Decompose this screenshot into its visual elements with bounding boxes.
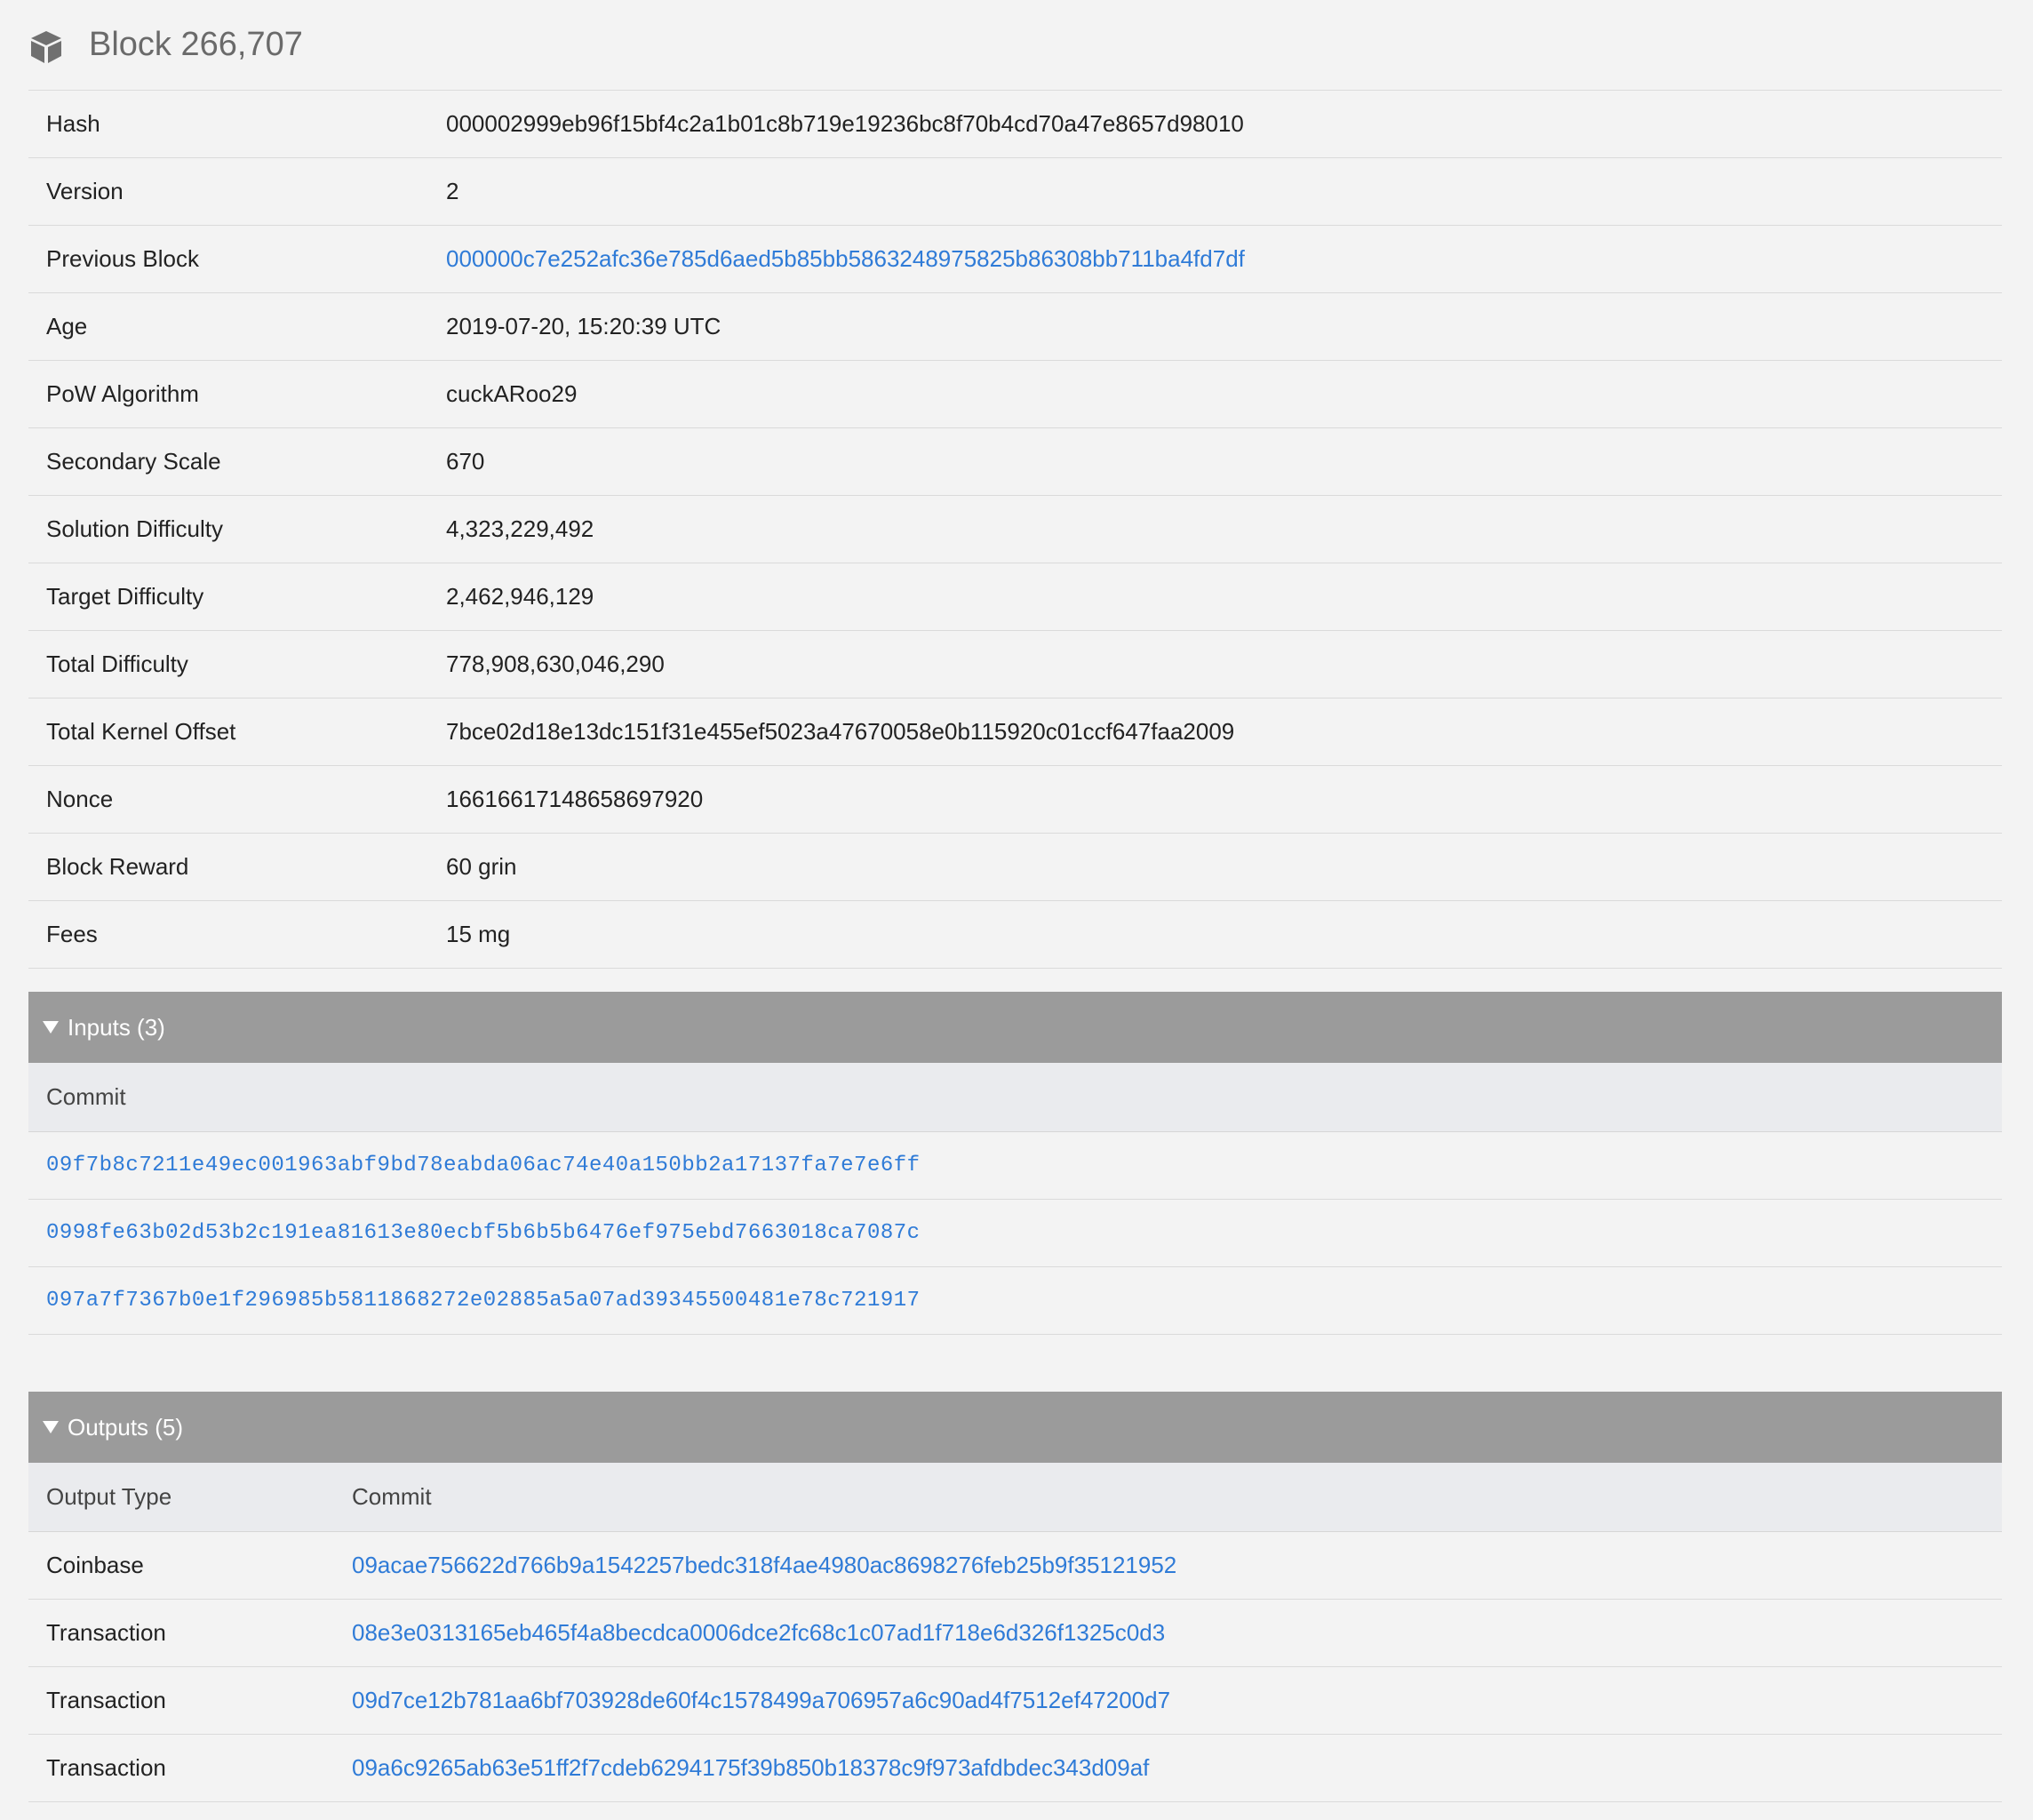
input-commit-link[interactable]: 097a7f7367b0e1f296985b5811868272e02885a5…	[28, 1289, 921, 1313]
detail-label: Version	[46, 178, 124, 204]
output-commit-link[interactable]: 09d7ce12b781aa6bf703928de60f4c1578499a70…	[352, 1687, 1170, 1714]
inputs-header-label: Inputs (3)	[68, 1013, 165, 1041]
detail-label: Total Difficulty	[46, 651, 188, 677]
detail-value-total-difficulty: 778,908,630,046,290	[446, 651, 665, 677]
detail-label: Target Difficulty	[46, 583, 204, 610]
detail-row-pow-algorithm: PoW Algorithm cuckARoo29	[28, 361, 2002, 428]
output-type: Transaction	[46, 1619, 166, 1646]
detail-value-version: 2	[446, 178, 459, 204]
detail-label: Secondary Scale	[46, 448, 221, 475]
title-bar: Block 266,707	[28, 0, 2002, 91]
detail-label: Previous Block	[46, 245, 199, 272]
input-commit-link[interactable]: 09f7b8c7211e49ec001963abf9bd78eabda06ac7…	[28, 1153, 921, 1177]
outputs-column-commit: Commit	[352, 1483, 432, 1510]
detail-label: Block Reward	[46, 853, 189, 880]
outputs-header-label: Outputs (5)	[68, 1413, 184, 1441]
detail-value-target-difficulty: 2,462,946,129	[446, 583, 594, 610]
outputs-toggle[interactable]: Outputs (5)	[28, 1392, 2002, 1463]
detail-value-solution-difficulty: 4,323,229,492	[446, 515, 594, 542]
detail-label: Age	[46, 313, 88, 339]
output-type: Coinbase	[46, 1552, 144, 1578]
output-commit-link[interactable]: 09acae756622d766b9a1542257bedc318f4ae498…	[352, 1552, 1176, 1579]
detail-row-block-reward: Block Reward 60 grin	[28, 834, 2002, 901]
detail-value-secondary-scale: 670	[446, 448, 485, 475]
detail-label: Total Kernel Offset	[46, 718, 236, 745]
detail-value-nonce: 16616617148658697920	[446, 786, 704, 812]
block-details: Hash 000002999eb96f15bf4c2a1b01c8b719e19…	[28, 91, 2002, 969]
input-commit-link[interactable]: 0998fe63b02d53b2c191ea81613e80ecbf5b6b5b…	[28, 1221, 921, 1245]
detail-value-block-reward: 60 grin	[446, 853, 517, 880]
cube-icon	[31, 30, 61, 63]
input-row: 09f7b8c7211e49ec001963abf9bd78eabda06ac7…	[28, 1132, 2002, 1200]
detail-value-total-kernel-offset: 7bce02d18e13dc151f31e455ef5023a47670058e…	[446, 718, 1235, 745]
outputs-column-header: Output Type Commit	[28, 1463, 2002, 1532]
outputs-section: Outputs (5) Output Type Commit Coinbase …	[28, 1392, 2002, 1802]
output-type: Transaction	[46, 1687, 166, 1713]
detail-label: Solution Difficulty	[46, 515, 223, 542]
detail-row-nonce: Nonce 16616617148658697920	[28, 766, 2002, 834]
detail-value-pow-algorithm: cuckARoo29	[446, 380, 578, 407]
detail-row-solution-difficulty: Solution Difficulty 4,323,229,492	[28, 496, 2002, 563]
detail-row-previous-block: Previous Block 000000c7e252afc36e785d6ae…	[28, 226, 2002, 293]
outputs-column-type: Output Type	[46, 1483, 172, 1510]
detail-label: Hash	[46, 110, 100, 137]
output-row: Transaction 09d7ce12b781aa6bf703928de60f…	[28, 1667, 2002, 1735]
inputs-toggle[interactable]: Inputs (3)	[28, 992, 2002, 1063]
input-row: 0998fe63b02d53b2c191ea81613e80ecbf5b6b5b…	[28, 1200, 2002, 1267]
detail-row-version: Version 2	[28, 158, 2002, 226]
detail-row-target-difficulty: Target Difficulty 2,462,946,129	[28, 563, 2002, 631]
page-title: Block 266,707	[89, 26, 303, 63]
output-commit-link[interactable]: 09a6c9265ab63e51ff2f7cdeb6294175f39b850b…	[352, 1754, 1149, 1782]
block-page: Block 266,707 Hash 000002999eb96f15bf4c2…	[0, 0, 2033, 1820]
detail-value-age: 2019-07-20, 15:20:39 UTC	[446, 313, 722, 339]
output-row: Coinbase 09acae756622d766b9a1542257bedc3…	[28, 1532, 2002, 1600]
output-row: Transaction 08e3e0313165eb465f4a8becdca0…	[28, 1600, 2002, 1667]
detail-value-hash: 000002999eb96f15bf4c2a1b01c8b719e19236bc…	[446, 110, 1244, 137]
inputs-column-commit: Commit	[46, 1083, 126, 1110]
triangle-down-icon	[43, 1421, 59, 1433]
detail-row-fees: Fees 15 mg	[28, 901, 2002, 969]
output-commit-link[interactable]: 08e3e0313165eb465f4a8becdca0006dce2fc68c…	[352, 1619, 1165, 1647]
detail-row-hash: Hash 000002999eb96f15bf4c2a1b01c8b719e19…	[28, 91, 2002, 158]
detail-row-total-kernel-offset: Total Kernel Offset 7bce02d18e13dc151f31…	[28, 698, 2002, 766]
detail-label: Fees	[46, 921, 98, 947]
output-row: Transaction 09a6c9265ab63e51ff2f7cdeb629…	[28, 1735, 2002, 1802]
detail-label: PoW Algorithm	[46, 380, 199, 407]
inputs-column-header: Commit	[28, 1063, 2002, 1132]
detail-value-fees: 15 mg	[446, 921, 511, 947]
detail-row-secondary-scale: Secondary Scale 670	[28, 428, 2002, 496]
detail-label: Nonce	[46, 786, 114, 812]
input-row: 097a7f7367b0e1f296985b5811868272e02885a5…	[28, 1267, 2002, 1335]
previous-block-link[interactable]: 000000c7e252afc36e785d6aed5b85bb58632489…	[446, 245, 1245, 273]
detail-row-age: Age 2019-07-20, 15:20:39 UTC	[28, 293, 2002, 361]
detail-row-total-difficulty: Total Difficulty 778,908,630,046,290	[28, 631, 2002, 698]
output-type: Transaction	[46, 1754, 166, 1781]
inputs-section: Inputs (3) Commit 09f7b8c7211e49ec001963…	[28, 992, 2002, 1335]
triangle-down-icon	[43, 1021, 59, 1034]
